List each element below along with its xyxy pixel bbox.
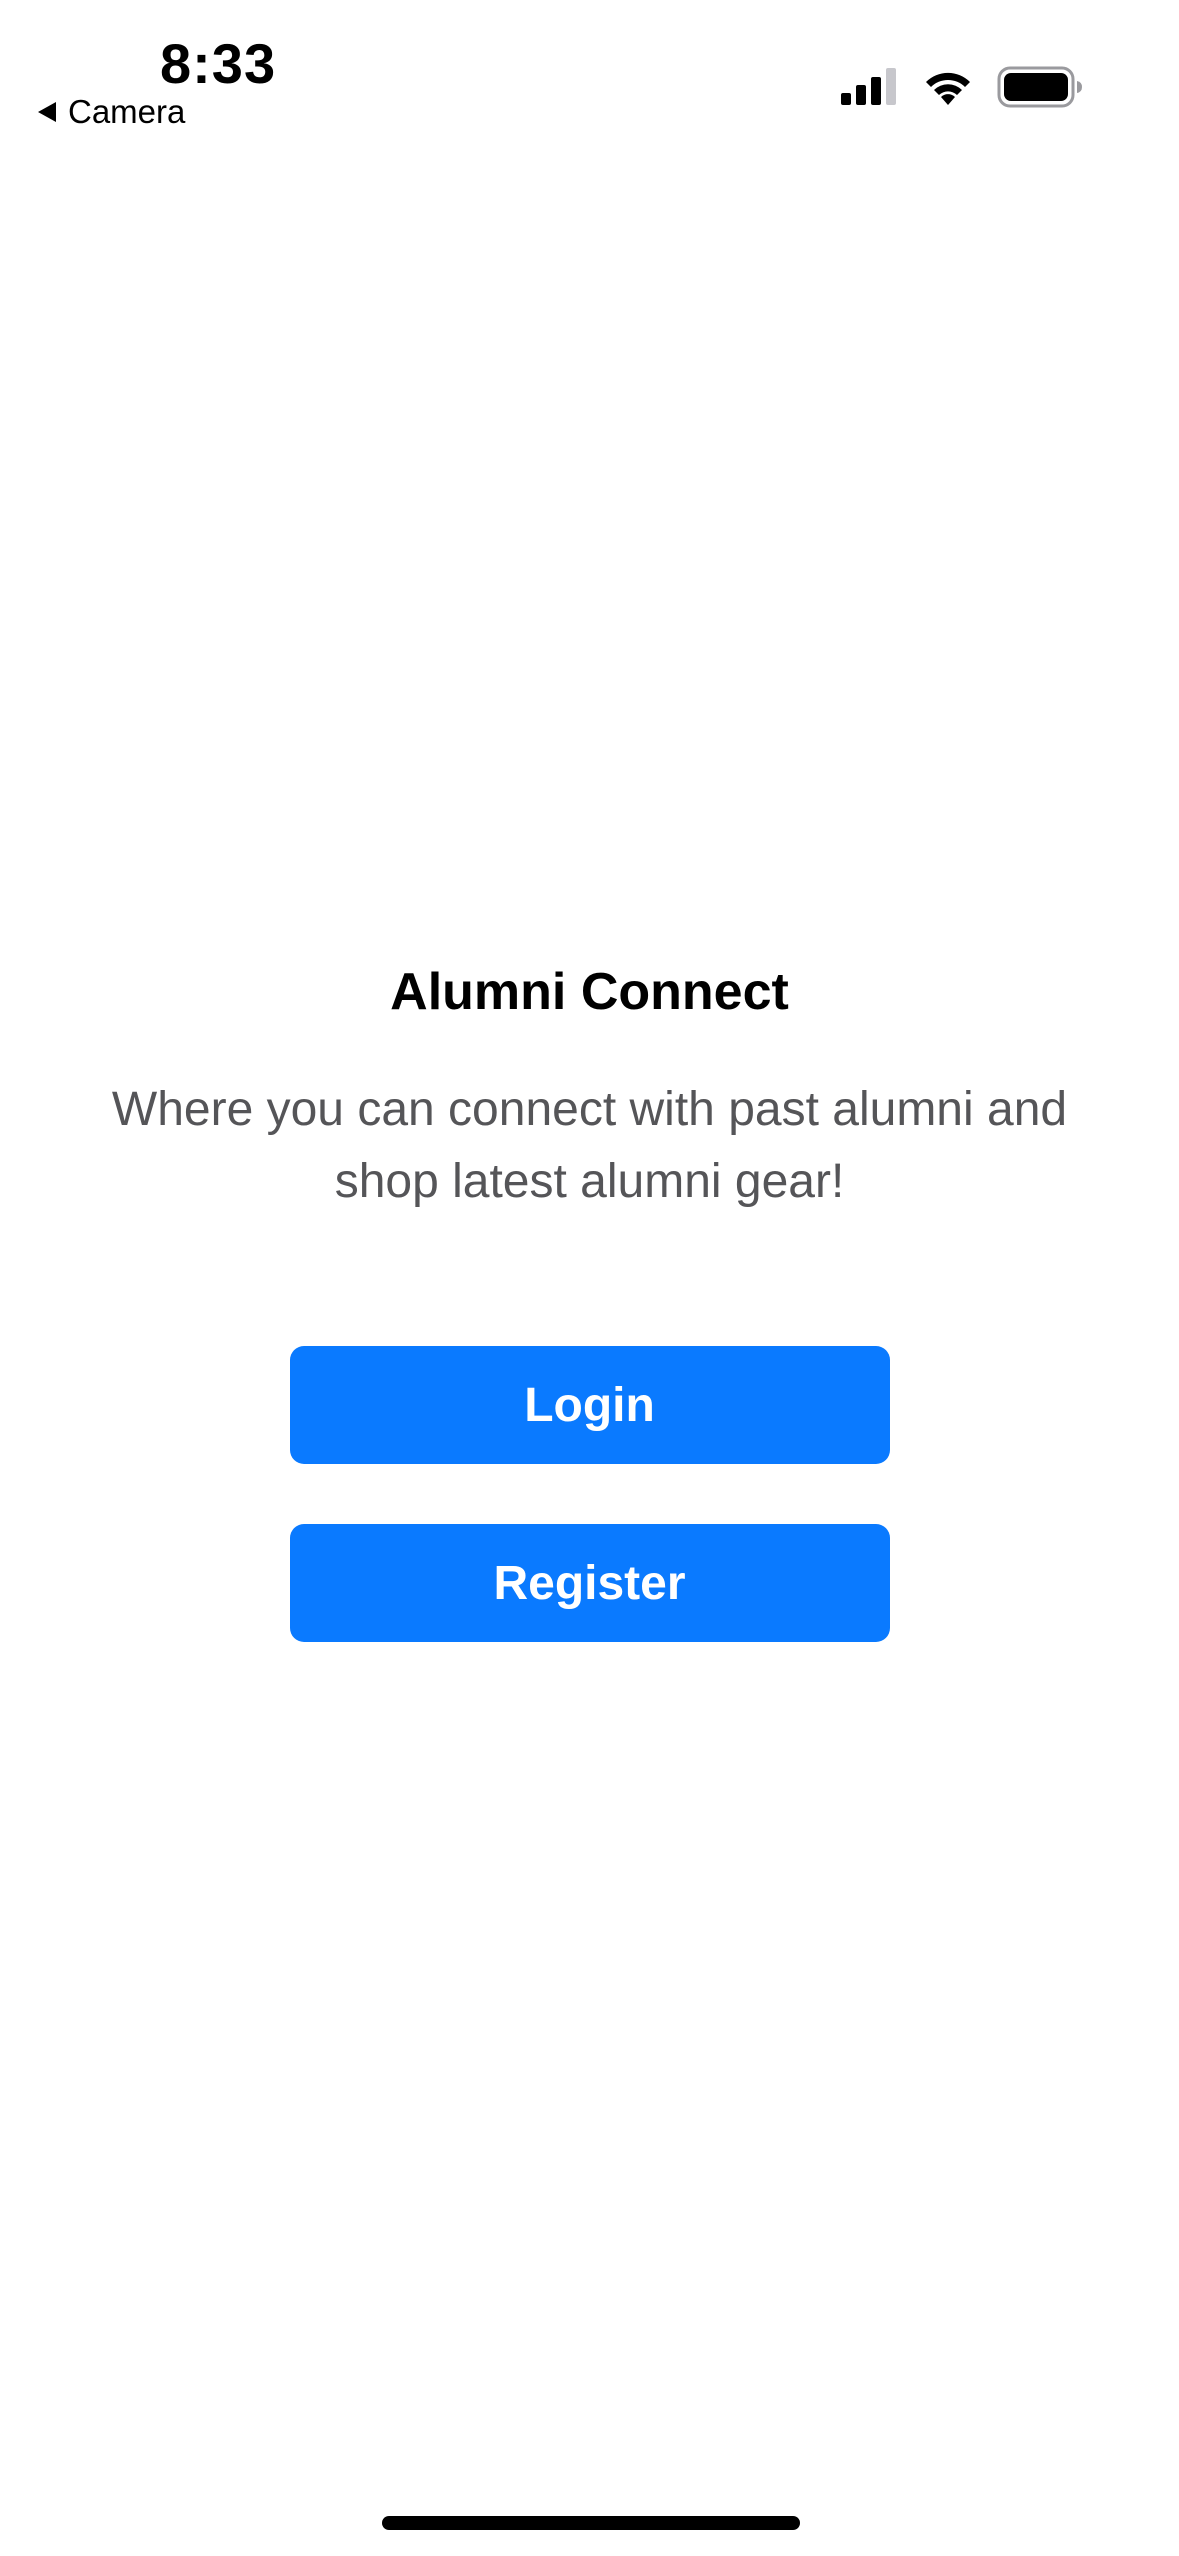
back-to-camera-label: Camera <box>68 93 186 130</box>
back-to-camera-button[interactable]: Camera <box>38 92 185 132</box>
back-arrow-icon <box>38 102 56 122</box>
status-icons <box>841 62 1083 112</box>
wifi-icon <box>926 72 970 105</box>
register-button[interactable]: Register <box>289 1524 890 1642</box>
app-tagline: Where you can connect with past alumni a… <box>111 1083 1068 1208</box>
battery-icon <box>997 66 1082 108</box>
home-indicator[interactable] <box>382 2516 800 2530</box>
login-button[interactable]: Login <box>289 1346 890 1464</box>
signal-icon <box>841 68 896 105</box>
status-time: 8:33 <box>160 32 277 95</box>
welcome-content: Alumni Connect Where you can connect wit… <box>0 952 1179 1642</box>
app-title: Alumni Connect <box>390 963 789 1021</box>
